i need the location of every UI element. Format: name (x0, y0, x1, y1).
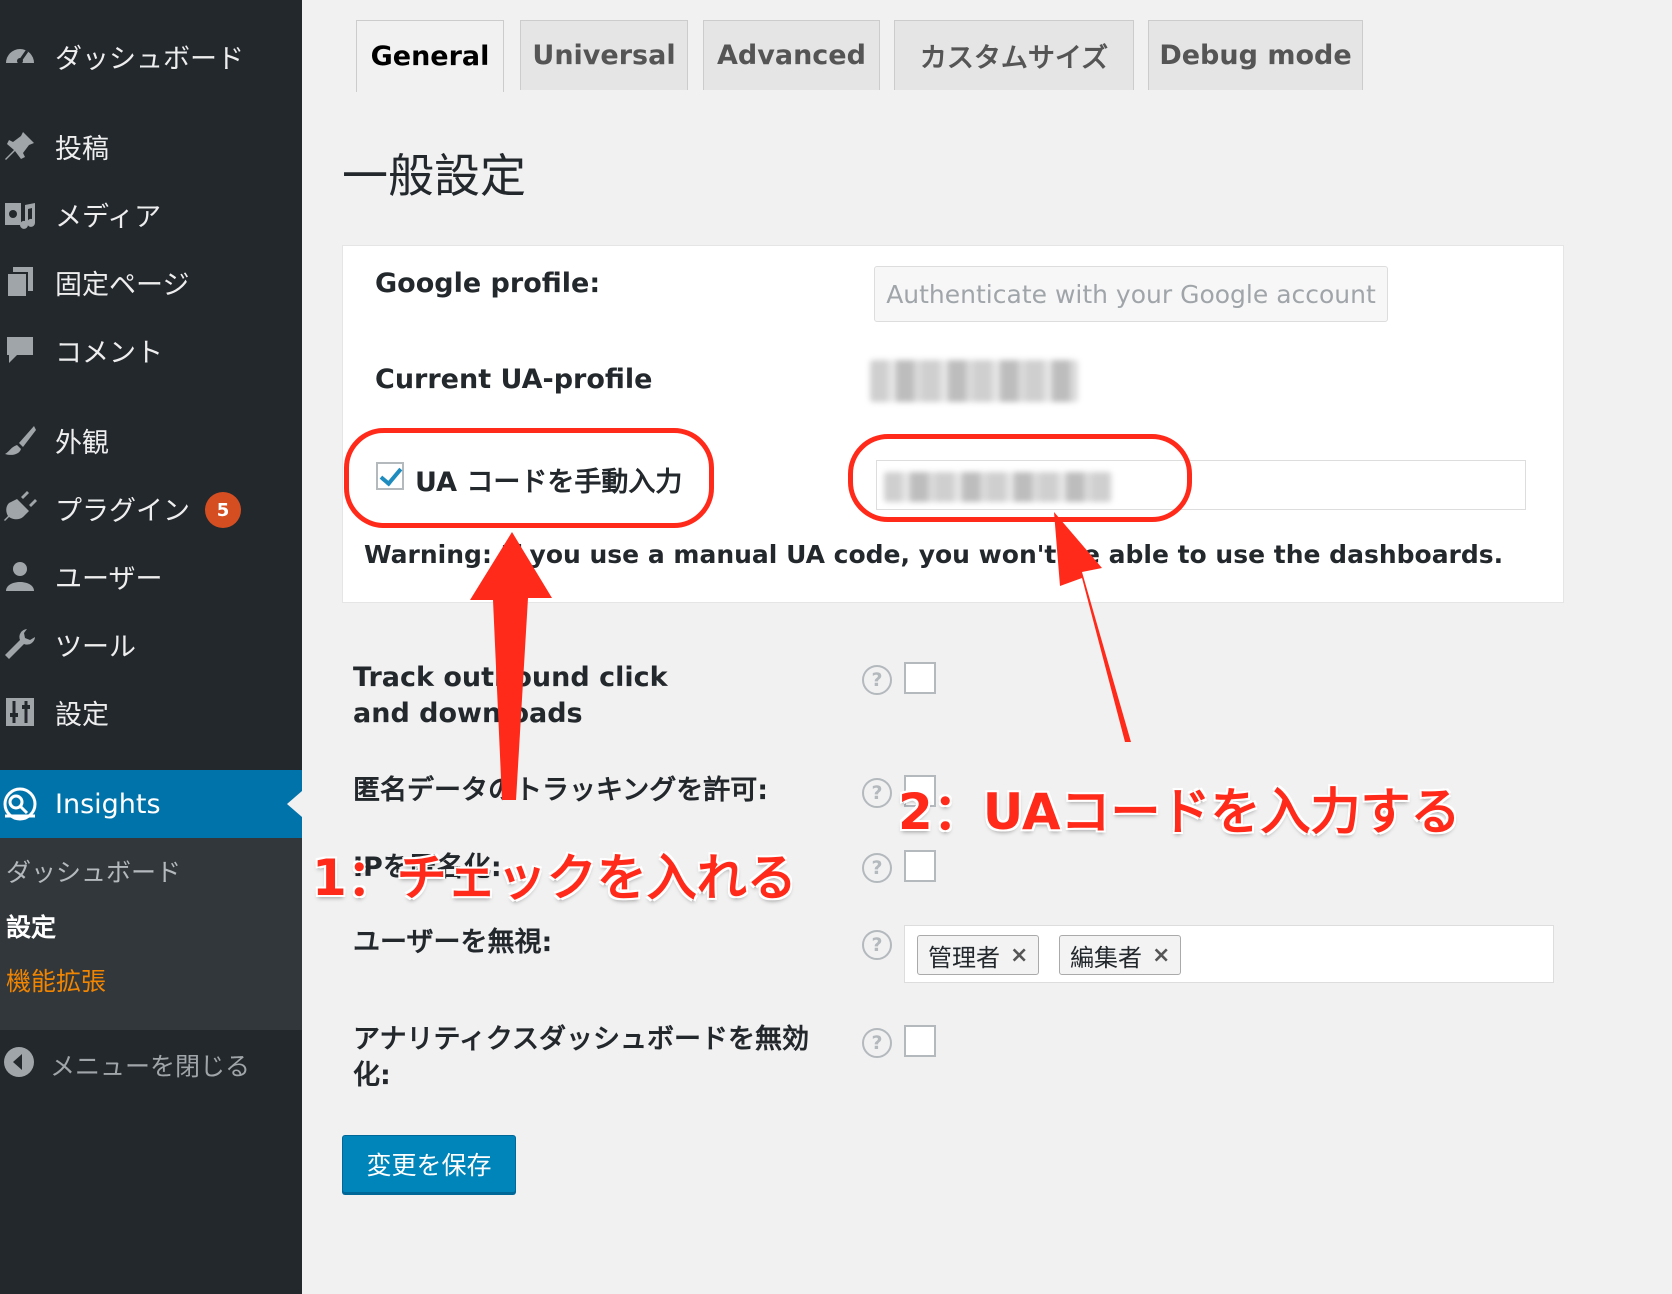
help-icon[interactable]: ? (862, 1028, 892, 1058)
tab-custom-dimensions[interactable]: カスタムサイズ (894, 20, 1134, 90)
submenu-item-dashboard[interactable]: ダッシュボード (6, 853, 181, 889)
ignore-users-label: ユーザーを無視: (353, 927, 553, 958)
wrench-icon (0, 624, 40, 664)
pushpin-icon (0, 126, 40, 166)
submenu-item-settings[interactable]: 設定 (6, 908, 56, 944)
ignore-users-field[interactable]: 管理者 × 編集者 × (904, 925, 1554, 983)
sidebar-item-label: 固定ページ (55, 269, 190, 301)
authenticate-google-button[interactable]: Authenticate with your Google account (874, 266, 1388, 322)
tab-debug-mode[interactable]: Debug mode (1148, 20, 1363, 90)
remove-tag-icon[interactable]: × (1152, 943, 1170, 968)
insights-icon (0, 784, 40, 824)
sidebar-item-pages[interactable]: 固定ページ (0, 254, 302, 310)
disable-dashboard-checkbox[interactable] (904, 1025, 936, 1057)
collapse-menu-label: メニューを閉じる (50, 1052, 251, 1081)
sidebar-item-media[interactable]: メディア (0, 186, 302, 242)
help-icon[interactable]: ? (862, 853, 892, 883)
track-outbound-checkbox[interactable] (904, 662, 936, 694)
sidebar-item-label: Insights (55, 788, 161, 820)
user-icon (0, 556, 40, 596)
sidebar-item-label: プラグイン (55, 495, 190, 527)
page-title: 一般設定 (342, 149, 526, 203)
annotation-highlight-checkbox (344, 428, 714, 528)
sidebar-item-insights[interactable]: Insights (0, 770, 302, 838)
pages-icon (0, 262, 40, 302)
update-count-badge: 5 (205, 492, 241, 528)
annotation-step2-text: 2：UAコードを入力する (898, 783, 1461, 841)
media-icon (0, 194, 40, 234)
anonymize-ip-checkbox[interactable] (904, 850, 936, 882)
sidebar-item-comments[interactable]: コメント (0, 322, 302, 378)
role-tag-administrator: 管理者 × (917, 935, 1040, 975)
submenu-item-extensions[interactable]: 機能拡張 (6, 962, 106, 998)
help-icon[interactable]: ? (862, 930, 892, 960)
annotation-step1-text: 1：チェックを入れる (312, 849, 797, 907)
sidebar-item-label: 外観 (55, 427, 109, 459)
role-tag-editor: 編集者 × (1059, 935, 1182, 975)
tab-general[interactable]: General (356, 20, 504, 92)
sidebar-item-label: ツール (55, 631, 136, 663)
settings-icon (0, 692, 40, 732)
sidebar-item-appearance[interactable]: 外観 (0, 412, 302, 468)
current-ua-profile-label: Current UA-profile (375, 364, 653, 395)
sidebar-item-tools[interactable]: ツール (0, 616, 302, 672)
comment-icon (0, 330, 40, 370)
sidebar-item-label: メディア (55, 201, 162, 233)
sidebar-item-posts[interactable]: 投稿 (0, 118, 302, 174)
sidebar-item-users[interactable]: ユーザー (0, 548, 302, 604)
sidebar-item-label: 投稿 (55, 133, 109, 165)
sidebar-item-settings[interactable]: 設定 (0, 684, 302, 740)
remove-tag-icon[interactable]: × (1010, 943, 1028, 968)
collapse-arrow-icon (2, 1045, 36, 1085)
current-ua-profile-value-redacted (870, 360, 1078, 402)
admin-sidebar: ダッシュボード 投稿 メディア 固定ページ コメント 外観 プラグイン 5 ユー… (0, 0, 302, 1294)
annotation-highlight-ua-input (848, 434, 1192, 522)
google-profile-label: Google profile: (375, 268, 601, 299)
sidebar-item-label: ダッシュボード (55, 43, 244, 75)
plugin-icon (0, 488, 40, 528)
sidebar-item-label: 設定 (55, 699, 109, 731)
help-icon[interactable]: ? (862, 665, 892, 695)
insights-submenu: ダッシュボード 設定 機能拡張 (0, 838, 302, 1030)
manual-ua-warning: Warning: If you use a manual UA code, yo… (364, 540, 1504, 569)
help-icon[interactable]: ? (862, 778, 892, 808)
sidebar-item-label: コメント (55, 337, 163, 369)
tab-advanced[interactable]: Advanced (703, 20, 880, 90)
dashboard-icon (0, 36, 40, 76)
role-tag-label: 管理者 (928, 943, 1000, 972)
paintbrush-icon (0, 420, 40, 460)
disable-dashboard-label: アナリティクスダッシュボードを無効化: (353, 1024, 810, 1091)
save-changes-button[interactable]: 変更を保存 (342, 1135, 516, 1193)
sidebar-item-plugins[interactable]: プラグイン 5 (0, 480, 302, 536)
track-outbound-label: Track outbound click and downloads (353, 662, 668, 729)
active-indicator (287, 791, 302, 817)
tab-universal[interactable]: Universal (520, 20, 688, 90)
sidebar-item-dashboard[interactable]: ダッシュボード (0, 28, 302, 84)
anonymous-tracking-label: 匿名データのトラッキングを許可: (353, 775, 768, 806)
collapse-menu-button[interactable]: メニューを閉じる (0, 1040, 302, 1090)
sidebar-item-label: ユーザー (55, 563, 163, 595)
role-tag-label: 編集者 (1070, 943, 1142, 972)
